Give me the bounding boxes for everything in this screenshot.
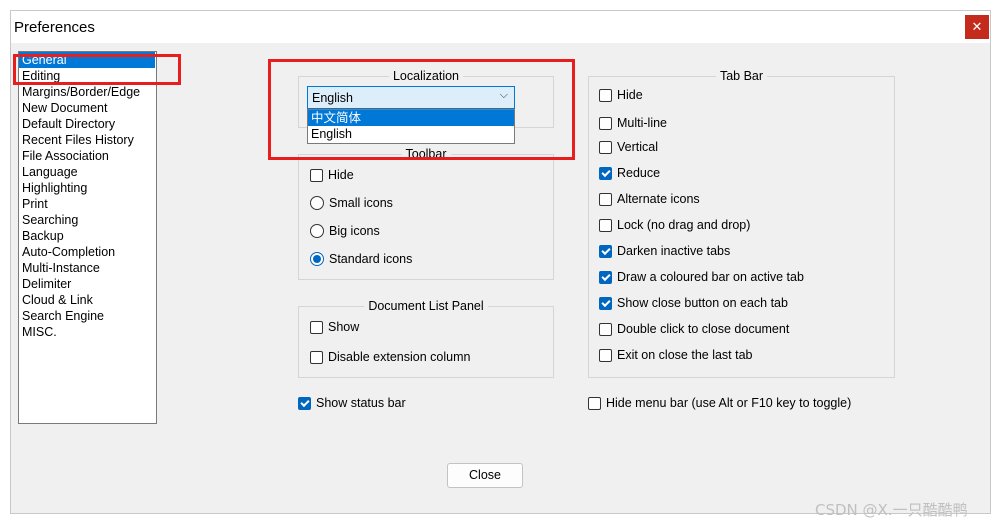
show-status-bar-option[interactable]: Show status bar — [298, 396, 406, 410]
coloured-bar-option[interactable]: Draw a coloured bar on active tab — [599, 270, 804, 284]
category-list[interactable]: General Editing Margins/Border/Edge New … — [18, 51, 157, 424]
show-close-button-option[interactable]: Show close button on each tab — [599, 296, 788, 310]
disable-extension-column-option[interactable]: Disable extension column — [310, 350, 470, 364]
annotation-highlight-localization — [268, 59, 575, 160]
hide-menu-bar-option[interactable]: Hide menu bar (use Alt or F10 key to tog… — [588, 396, 851, 410]
darken-inactive-tabs-label: Darken inactive tabs — [617, 244, 731, 258]
alternate-icons-label: Alternate icons — [617, 192, 700, 206]
double-click-close-label: Double click to close document — [617, 322, 790, 336]
sidebar-item-default-directory[interactable]: Default Directory — [19, 116, 156, 132]
toolbar-hide-label: Hide — [328, 168, 354, 182]
doc-list-show-checkbox[interactable] — [310, 320, 323, 334]
reduce-option[interactable]: Reduce — [599, 166, 660, 180]
vertical-checkbox[interactable] — [599, 140, 612, 154]
tab-bar-title: Tab Bar — [715, 69, 768, 83]
toolbar-big-icons-option[interactable]: Big icons — [310, 224, 380, 238]
watermark-text: CSDN @X.一只酷酷鸭 — [815, 501, 968, 519]
exit-on-close-last-tab-option[interactable]: Exit on close the last tab — [599, 348, 753, 362]
lock-option[interactable]: Lock (no drag and drop) — [599, 218, 750, 232]
show-status-bar-checkbox[interactable] — [298, 396, 311, 410]
show-close-button-checkbox[interactable] — [599, 296, 612, 310]
doc-list-show-label: Show — [328, 320, 360, 334]
darken-inactive-tabs-checkbox[interactable] — [599, 244, 612, 258]
alternate-icons-option[interactable]: Alternate icons — [599, 192, 700, 206]
big-icons-label: Big icons — [329, 224, 380, 238]
sidebar-item-language[interactable]: Language — [19, 164, 156, 180]
alternate-icons-checkbox[interactable] — [599, 192, 612, 206]
multi-line-option[interactable]: Multi-line — [599, 116, 667, 130]
toolbar-hide-checkbox[interactable] — [310, 168, 323, 182]
close-icon[interactable]: ✕ — [965, 15, 989, 39]
tab-bar-hide-option[interactable]: Hide — [599, 88, 643, 102]
tab-bar-hide-checkbox[interactable] — [599, 88, 612, 102]
sidebar-item-auto-completion[interactable]: Auto-Completion — [19, 244, 156, 260]
standard-icons-label: Standard icons — [329, 252, 413, 266]
big-icons-radio[interactable] — [310, 224, 324, 238]
standard-icons-radio[interactable] — [310, 252, 324, 266]
vertical-option[interactable]: Vertical — [599, 140, 658, 154]
reduce-label: Reduce — [617, 166, 661, 180]
exit-on-close-last-tab-label: Exit on close the last tab — [617, 348, 753, 362]
disable-extension-column-label: Disable extension column — [328, 350, 471, 364]
tab-bar-hide-label: Hide — [617, 88, 643, 102]
sidebar-item-new-document[interactable]: New Document — [19, 100, 156, 116]
sidebar-item-margins[interactable]: Margins/Border/Edge — [19, 84, 156, 100]
show-status-bar-label: Show status bar — [316, 396, 406, 410]
coloured-bar-label: Draw a coloured bar on active tab — [617, 270, 804, 284]
small-icons-radio[interactable] — [310, 196, 324, 210]
toolbar-standard-icons-option[interactable]: Standard icons — [310, 252, 412, 266]
doc-list-show-option[interactable]: Show — [310, 320, 359, 334]
sidebar-item-delimiter[interactable]: Delimiter — [19, 276, 156, 292]
vertical-label: Vertical — [617, 140, 658, 154]
small-icons-label: Small icons — [329, 196, 393, 210]
double-click-close-option[interactable]: Double click to close document — [599, 322, 789, 336]
toolbar-small-icons-option[interactable]: Small icons — [310, 196, 393, 210]
sidebar-item-cloud-link[interactable]: Cloud & Link — [19, 292, 156, 308]
document-list-panel-group: Document List Panel — [298, 299, 554, 378]
sidebar-item-searching[interactable]: Searching — [19, 212, 156, 228]
multi-line-label: Multi-line — [617, 116, 668, 130]
sidebar-item-recent-files[interactable]: Recent Files History — [19, 132, 156, 148]
sidebar-item-search-engine[interactable]: Search Engine — [19, 308, 156, 324]
document-list-panel-title: Document List Panel — [364, 299, 488, 313]
darken-inactive-tabs-option[interactable]: Darken inactive tabs — [599, 244, 730, 258]
hide-menu-bar-label: Hide menu bar (use Alt or F10 key to tog… — [606, 396, 852, 410]
lock-label: Lock (no drag and drop) — [617, 218, 751, 232]
reduce-checkbox[interactable] — [599, 166, 612, 180]
lock-checkbox[interactable] — [599, 218, 612, 232]
annotation-highlight-general — [13, 54, 181, 85]
show-close-button-label: Show close button on each tab — [617, 296, 788, 310]
window-title: Preferences — [14, 19, 95, 36]
close-button[interactable]: Close — [447, 463, 523, 488]
sidebar-item-print[interactable]: Print — [19, 196, 156, 212]
toolbar-hide-option[interactable]: Hide — [310, 168, 354, 182]
title-bar: Preferences ✕ — [11, 11, 990, 43]
sidebar-item-file-association[interactable]: File Association — [19, 148, 156, 164]
disable-extension-column-checkbox[interactable] — [310, 350, 323, 364]
sidebar-item-backup[interactable]: Backup — [19, 228, 156, 244]
double-click-close-checkbox[interactable] — [599, 322, 612, 336]
coloured-bar-checkbox[interactable] — [599, 270, 612, 284]
sidebar-item-multi-instance[interactable]: Multi-Instance — [19, 260, 156, 276]
sidebar-item-highlighting[interactable]: Highlighting — [19, 180, 156, 196]
exit-on-close-last-tab-checkbox[interactable] — [599, 348, 612, 362]
sidebar-item-misc[interactable]: MISC. — [19, 324, 156, 340]
multi-line-checkbox[interactable] — [599, 116, 612, 130]
hide-menu-bar-checkbox[interactable] — [588, 396, 601, 410]
